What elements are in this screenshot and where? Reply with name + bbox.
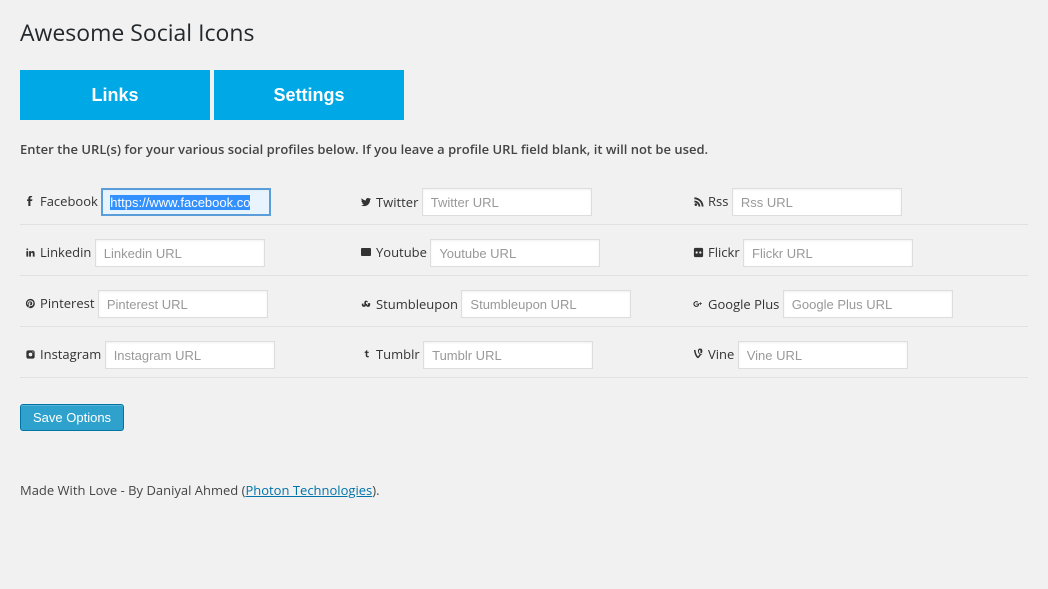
rss-icon xyxy=(692,195,704,207)
stumbleupon-label: Stumbleupon xyxy=(360,295,458,313)
facebook-input[interactable] xyxy=(101,188,271,216)
googleplus-icon xyxy=(692,298,704,310)
pinterest-label-text: Pinterest xyxy=(40,294,94,312)
stumbleupon-input[interactable] xyxy=(461,290,631,318)
flickr-input[interactable] xyxy=(743,239,913,267)
field-youtube: Youtube xyxy=(356,235,692,276)
stumbleupon-icon xyxy=(360,298,372,310)
flickr-icon xyxy=(692,246,704,258)
tumblr-input[interactable] xyxy=(423,341,593,369)
youtube-input[interactable] xyxy=(430,239,600,267)
linkedin-label-text: Linkedin xyxy=(40,243,91,261)
facebook-label: Facebook xyxy=(24,192,98,210)
youtube-icon xyxy=(360,246,372,258)
tumblr-label: Tumblr xyxy=(360,345,420,363)
facebook-label-text: Facebook xyxy=(40,192,98,210)
twitter-label: Twitter xyxy=(360,193,418,211)
field-googleplus: Google Plus xyxy=(692,286,1028,327)
twitter-label-text: Twitter xyxy=(376,193,418,211)
vine-icon xyxy=(692,348,704,360)
field-twitter: Twitter xyxy=(356,184,692,225)
youtube-label: Youtube xyxy=(360,243,427,261)
footer-link[interactable]: Photon Technologies xyxy=(245,481,372,499)
rss-label: Rss xyxy=(692,192,728,210)
twitter-input[interactable] xyxy=(422,188,592,216)
field-vine: Vine xyxy=(692,337,1028,378)
flickr-label-text: Flickr xyxy=(708,243,740,261)
field-linkedin: Linkedin xyxy=(20,235,356,276)
linkedin-input[interactable] xyxy=(95,239,265,267)
flickr-label: Flickr xyxy=(692,243,740,261)
tab-settings[interactable]: Settings xyxy=(214,70,404,120)
instagram-label: Instagram xyxy=(24,345,101,363)
footer-credit: Made With Love - By Daniyal Ahmed (Photo… xyxy=(20,481,1028,499)
field-instagram: Instagram xyxy=(20,337,356,378)
tabs: Links Settings xyxy=(20,70,1028,120)
tab-links[interactable]: Links xyxy=(20,70,210,120)
twitter-icon xyxy=(360,196,372,208)
vine-label: Vine xyxy=(692,345,734,363)
save-options-button[interactable]: Save Options xyxy=(20,404,124,431)
tumblr-icon xyxy=(360,348,372,360)
footer-suffix: ). xyxy=(372,481,379,499)
footer-prefix: Made With Love - By Daniyal Ahmed ( xyxy=(20,481,245,499)
tumblr-label-text: Tumblr xyxy=(376,345,420,363)
field-flickr: Flickr xyxy=(692,235,1028,276)
page-title: Awesome Social Icons xyxy=(20,16,1028,48)
stumbleupon-label-text: Stumbleupon xyxy=(376,295,458,313)
instruction-text: Enter the URL(s) for your various social… xyxy=(20,140,1028,158)
googleplus-input[interactable] xyxy=(783,290,953,318)
googleplus-label-text: Google Plus xyxy=(708,295,779,313)
pinterest-icon xyxy=(24,297,36,309)
field-stumbleupon: Stumbleupon xyxy=(356,286,692,327)
field-pinterest: Pinterest xyxy=(20,286,356,327)
fields-grid: Facebook Twitter Rss Linkedin xyxy=(20,184,1028,388)
instagram-icon xyxy=(24,348,36,360)
pinterest-input[interactable] xyxy=(98,290,268,318)
youtube-label-text: Youtube xyxy=(376,243,427,261)
facebook-icon xyxy=(24,195,36,207)
googleplus-label: Google Plus xyxy=(692,295,779,313)
field-tumblr: Tumblr xyxy=(356,337,692,378)
rss-label-text: Rss xyxy=(708,192,728,210)
instagram-input[interactable] xyxy=(105,341,275,369)
instagram-label-text: Instagram xyxy=(40,345,101,363)
field-facebook: Facebook xyxy=(20,184,356,225)
rss-input[interactable] xyxy=(732,188,902,216)
field-rss: Rss xyxy=(692,184,1028,225)
vine-label-text: Vine xyxy=(708,345,734,363)
pinterest-label: Pinterest xyxy=(24,294,94,312)
linkedin-icon xyxy=(24,246,36,258)
vine-input[interactable] xyxy=(738,341,908,369)
linkedin-label: Linkedin xyxy=(24,243,91,261)
